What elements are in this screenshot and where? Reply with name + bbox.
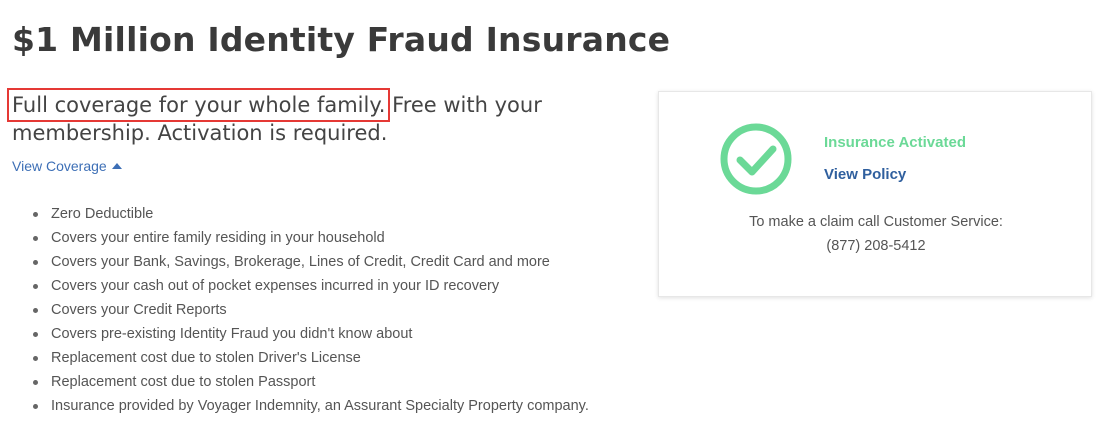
feature-item: Covers your Bank, Savings, Brokerage, Li…	[33, 250, 589, 274]
insurance-status-card: Insurance Activated View Policy To make …	[658, 91, 1092, 297]
page: $1 Million Identity Fraud Insurance Full…	[0, 0, 1112, 425]
feature-item: Covers your cash out of pocket expenses …	[33, 274, 589, 298]
view-coverage-link[interactable]: View Coverage	[12, 158, 122, 174]
intro-text: Full coverage for your whole family. Fre…	[6, 88, 612, 147]
insurance-status: Insurance Activated	[824, 134, 966, 151]
claim-info: To make a claim call Customer Service: (…	[659, 210, 1093, 258]
feature-item: Covers your Credit Reports	[33, 298, 589, 322]
view-policy-link[interactable]: View Policy	[824, 166, 906, 183]
feature-item: Replacement cost due to stolen Passport	[33, 370, 589, 394]
feature-item: Covers pre-existing Identity Fraud you d…	[33, 322, 589, 346]
feature-item: Insurance provided by Voyager Indemnity,…	[33, 394, 589, 418]
customer-service-phone: (877) 208-5412	[826, 238, 926, 254]
highlighted-intro: Full coverage for your whole family.	[6, 88, 391, 122]
view-coverage-label: View Coverage	[12, 158, 107, 174]
feature-item: Covers your entire family residing in yo…	[33, 226, 589, 250]
feature-item: Replacement cost due to stolen Driver's …	[33, 346, 589, 370]
feature-item: Zero Deductible	[33, 202, 589, 226]
claim-text: To make a claim call Customer Service:	[749, 214, 1003, 230]
coverage-features-list: Zero Deductible Covers your entire famil…	[33, 202, 589, 418]
check-circle-icon	[720, 123, 792, 195]
page-title: $1 Million Identity Fraud Insurance	[12, 20, 671, 59]
caret-up-icon	[111, 163, 122, 169]
